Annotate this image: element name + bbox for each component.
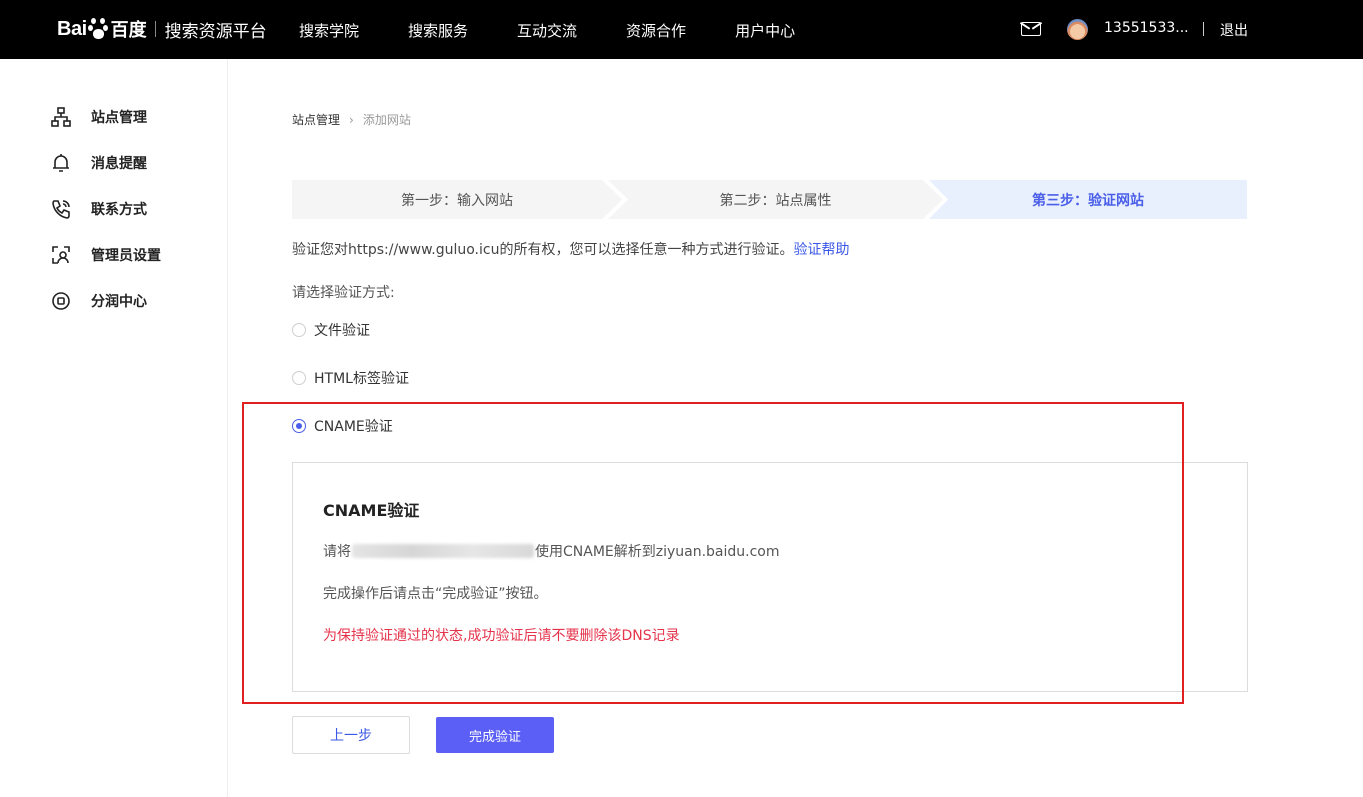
chevron-right-icon: ›	[349, 112, 354, 127]
verify-help-link[interactable]: 验证帮助	[793, 242, 849, 258]
baidu-logo[interactable]: Bai 百度 搜索资源平台	[57, 12, 267, 46]
highlight-annotation	[242, 402, 1184, 704]
nav-item-user-center[interactable]: 用户中心	[735, 0, 795, 59]
breadcrumb-current: 添加网站	[362, 113, 411, 127]
logout-link[interactable]: 退出	[1220, 20, 1248, 40]
sidebar-item-site-management[interactable]: 站点管理	[50, 106, 147, 128]
platform-name: 搜索资源平台	[164, 21, 267, 42]
logo-text-bai: Bai	[57, 17, 87, 40]
method-html-tag-option[interactable]: HTML标签验证	[292, 368, 409, 388]
step-1: 第一步：输入网站	[292, 180, 622, 219]
main-nav: 搜索学院 搜索服务 互动交流 资源合作 用户中心	[299, 0, 844, 59]
step-label: 第三步：验证网站	[1032, 192, 1144, 209]
step-label: 第一步：输入网站	[401, 192, 513, 209]
sidebar-item-admin-settings[interactable]: 管理员设置	[50, 244, 161, 266]
verify-intro: 验证您对https://www.guluo.icu的所有权，您可以选择任意一种方…	[292, 239, 849, 259]
coin-icon	[50, 290, 72, 312]
step-progress: 第一步：输入网站 第二步：站点属性 第三步：验证网站	[292, 180, 1247, 219]
nav-item-cooperation[interactable]: 资源合作	[626, 0, 686, 59]
admin-icon	[50, 244, 72, 266]
sitemap-icon	[50, 106, 72, 128]
sidebar-item-profit-center[interactable]: 分润中心	[50, 290, 147, 312]
paw-icon	[87, 18, 110, 40]
radio-button[interactable]	[292, 371, 306, 385]
sidebar: 站点管理 消息提醒 联系方式 管理员设置 分润中心	[0, 59, 228, 797]
username[interactable]: 13551533...	[1104, 20, 1189, 36]
mail-icon[interactable]	[1021, 22, 1041, 36]
sidebar-item-label: 分润中心	[91, 294, 147, 310]
sidebar-item-notifications[interactable]: 消息提醒	[50, 152, 147, 174]
verify-intro-text: 验证您对https://www.guluo.icu的所有权，您可以选择任意一种方…	[292, 242, 794, 258]
logo-text-du: 百度	[110, 20, 147, 41]
complete-verification-button[interactable]: 完成验证	[436, 717, 554, 753]
sidebar-item-label: 消息提醒	[91, 156, 147, 172]
avatar[interactable]	[1067, 19, 1088, 40]
sidebar-item-contact[interactable]: 联系方式	[50, 198, 147, 220]
choose-method-label: 请选择验证方式:	[292, 285, 395, 301]
step-label: 第二步：站点属性	[719, 192, 832, 209]
sidebar-item-label: 联系方式	[91, 202, 147, 218]
breadcrumb-root[interactable]: 站点管理	[292, 111, 340, 128]
nav-item-search-service[interactable]: 搜索服务	[408, 0, 468, 59]
radio-label: HTML标签验证	[314, 371, 409, 387]
breadcrumb: 站点管理 › 添加网站	[292, 111, 411, 128]
step-3-active: 第三步：验证网站	[929, 180, 1247, 219]
bell-icon	[50, 152, 72, 174]
sidebar-item-label: 管理员设置	[91, 248, 161, 264]
method-file-option[interactable]: 文件验证	[292, 320, 370, 340]
prev-step-button[interactable]: 上一步	[292, 716, 410, 754]
phone-icon	[50, 198, 72, 220]
logo-divider	[154, 21, 156, 37]
nav-item-search-academy[interactable]: 搜索学院	[299, 0, 359, 59]
step-2: 第二步：站点属性	[608, 180, 943, 219]
radio-label: 文件验证	[314, 323, 370, 339]
header-divider	[1203, 22, 1204, 36]
top-bar: Bai 百度 搜索资源平台 搜索学院 搜索服务 互动交流 资源合作 用户中心 1…	[0, 0, 1363, 59]
sidebar-item-label: 站点管理	[91, 110, 147, 126]
nav-item-interaction[interactable]: 互动交流	[517, 0, 577, 59]
radio-button[interactable]	[292, 323, 306, 337]
